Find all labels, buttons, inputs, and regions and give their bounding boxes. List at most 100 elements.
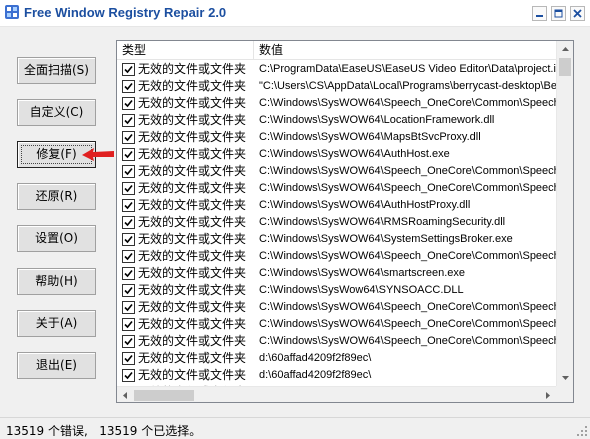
row-value: C:\Windows\SysWOW64\Speech_OneCore\Commo… [259,318,556,330]
row-checkbox[interactable] [122,165,135,178]
list-item[interactable]: 无效的文件或文件夹 C:\Windows\SysWOW64\RMSRoamingS… [117,214,556,231]
row-checkbox[interactable] [122,250,135,263]
row-value: C:\Windows\SysWOW64\Speech_OneCore\Commo… [259,97,556,109]
checkmark-icon [124,337,133,346]
list-item[interactable]: 无效的文件或文件夹 C:\Windows\SysWOW64\Speech_OneC… [117,163,556,180]
minimize-button[interactable] [532,6,547,21]
maximize-button[interactable] [551,6,566,21]
row-checkbox[interactable] [122,369,135,382]
row-checkbox[interactable] [122,233,135,246]
row-value: C:\Windows\SysWOW64\Speech_OneCore\Commo… [259,335,556,347]
list-item[interactable]: 无效的文件或文件夹 C:\Windows\SysWow64\SYNSOACC.DL… [117,282,556,299]
help-button[interactable]: 帮助(H) [17,268,96,295]
checkmark-icon [124,269,133,278]
list-item[interactable]: 无效的文件或文件夹 C:\Windows\SysWOW64\Speech_OneC… [117,316,556,333]
row-checkbox[interactable] [122,148,135,161]
row-checkbox[interactable] [122,199,135,212]
row-checkbox[interactable] [122,267,135,280]
list-item[interactable]: 无效的文件或文件夹 d:\60affad4209f2f89ec\ [117,350,556,367]
restore-button[interactable]: 还原(R) [17,183,96,210]
column-header-type[interactable]: 类型 [117,41,254,60]
row-type: 无效的文件或文件夹 [138,215,247,229]
list-item[interactable]: 无效的文件或文件夹 C:\Windows\SysWOW64\Speech_OneC… [117,95,556,112]
row-value: C:\Windows\SysWOW64\SystemSettingsBroker… [259,233,513,245]
row-value: C:\ProgramData\EaseUS\EaseUS Video Edito… [259,63,556,75]
list-rows: 无效的文件或文件夹 C:\ProgramData\EaseUS\EaseUS Vi… [117,61,556,386]
row-checkbox[interactable] [122,131,135,144]
vertical-scrollbar[interactable] [556,41,573,386]
list-item[interactable]: 无效的文件或文件夹 d:\60affad4209f2f89ec\ [117,367,556,384]
row-value: C:\Windows\SysWOW64\Speech_OneCore\Commo… [259,250,556,262]
row-value: C:\Windows\SysWOW64\MapsBtSvcProxy.dll [259,131,481,143]
row-checkbox[interactable] [122,182,135,195]
checkmark-icon [124,99,133,108]
list-item[interactable]: 无效的文件或文件夹 C:\Windows\SysWOW64\Speech_OneC… [117,299,556,316]
row-type: 无效的文件或文件夹 [138,181,247,195]
row-type: 无效的文件或文件夹 [138,283,247,297]
row-checkbox[interactable] [122,284,135,297]
row-value: C:\Windows\SysWOW64\RMSRoamingSecurity.d… [259,216,506,228]
list-item[interactable]: 无效的文件或文件夹 C:\Windows\SysWOW64\Speech_OneC… [117,333,556,350]
row-checkbox[interactable] [122,352,135,365]
row-type: 无效的文件或文件夹 [138,164,247,178]
list-header: 类型 数值 [117,41,573,60]
checkmark-icon [124,320,133,329]
row-value: C:\Windows\SysWOW64\LocationFramework.dl… [259,114,495,126]
vertical-scroll-thumb[interactable] [559,58,571,76]
list-item[interactable]: 无效的文件或文件夹 C:\Windows\SysWOW64\Speech_OneC… [117,180,556,197]
list-item[interactable]: 无效的文件或文件夹 C:\Windows\SysWOW64\SystemSetti… [117,231,556,248]
row-checkbox[interactable] [122,114,135,127]
checkmark-icon [124,201,133,210]
row-type: 无效的文件或文件夹 [138,198,247,212]
window-title: Free Window Registry Repair 2.0 [24,5,227,20]
scroll-right-icon[interactable] [539,387,556,403]
row-type: 无效的文件或文件夹 [138,317,247,331]
checkmark-icon [124,65,133,74]
results-list[interactable]: 类型 数值 无效的文件或文件夹 C:\ProgramData\EaseUS\Eas… [116,40,574,403]
resize-grip-icon[interactable] [576,425,588,437]
row-checkbox[interactable] [122,335,135,348]
row-value: C:\Windows\SysWOW64\smartscreen.exe [259,267,465,279]
app-icon [4,4,20,20]
row-checkbox[interactable] [122,216,135,229]
row-type: 无效的文件或文件夹 [138,130,247,144]
list-item[interactable]: 无效的文件或文件夹 C:\Windows\SysWOW64\Speech_OneC… [117,248,556,265]
list-item[interactable]: 无效的文件或文件夹 C:\Windows\SysWOW64\LocationFra… [117,112,556,129]
list-item[interactable]: 无效的文件或文件夹 C:\Windows\SysWOW64\smartscreen… [117,265,556,282]
row-value: C:\Windows\SysWow64\SYNSOACC.DLL [259,284,464,296]
scroll-down-icon[interactable] [557,369,574,386]
scroll-left-icon[interactable] [117,387,134,403]
list-item[interactable]: 无效的文件或文件夹 C:\ProgramData\EaseUS\EaseUS Vi… [117,61,556,78]
row-checkbox[interactable] [122,97,135,110]
row-value: C:\Windows\SysWOW64\Speech_OneCore\Commo… [259,165,556,177]
row-type: 无效的文件或文件夹 [138,368,247,382]
checkmark-icon [124,235,133,244]
horizontal-scrollbar[interactable] [117,386,556,403]
row-value: d:\60affad4209f2f89ec\ [259,369,372,381]
about-button[interactable]: 关于(A) [17,310,96,337]
checkmark-icon [124,133,133,142]
custom-button[interactable]: 自定义(C) [17,99,96,126]
row-checkbox[interactable] [122,80,135,93]
row-checkbox[interactable] [122,63,135,76]
list-item[interactable]: 无效的文件或文件夹 C:\Windows\SysWOW64\AuthHostPro… [117,197,556,214]
maximize-icon [554,9,563,18]
row-type: 无效的文件或文件夹 [138,232,247,246]
status-text: 13519 个错误, 13519 个已选择。 [6,424,202,438]
scroll-up-icon[interactable] [557,41,574,58]
column-header-value[interactable]: 数值 [254,41,556,60]
exit-button[interactable]: 退出(E) [17,352,96,379]
settings-button[interactable]: 设置(O) [17,225,96,252]
list-item[interactable]: 无效的文件或文件夹 C:\Windows\SysWOW64\MapsBtSvcPr… [117,129,556,146]
row-checkbox[interactable] [122,301,135,314]
close-button[interactable] [570,6,585,21]
list-item[interactable]: 无效的文件或文件夹 C:\Windows\SysWOW64\AuthHost.ex… [117,146,556,163]
row-type: 无效的文件或文件夹 [138,96,247,110]
full-scan-button[interactable]: 全面扫描(S) [17,57,96,84]
row-type: 无效的文件或文件夹 [138,300,247,314]
list-item[interactable]: 无效的文件或文件夹 "C:\Users\CS\AppData\Local\Prog… [117,78,556,95]
checkmark-icon [124,286,133,295]
row-checkbox[interactable] [122,318,135,331]
checkmark-icon [124,82,133,91]
horizontal-scroll-thumb[interactable] [134,390,194,401]
